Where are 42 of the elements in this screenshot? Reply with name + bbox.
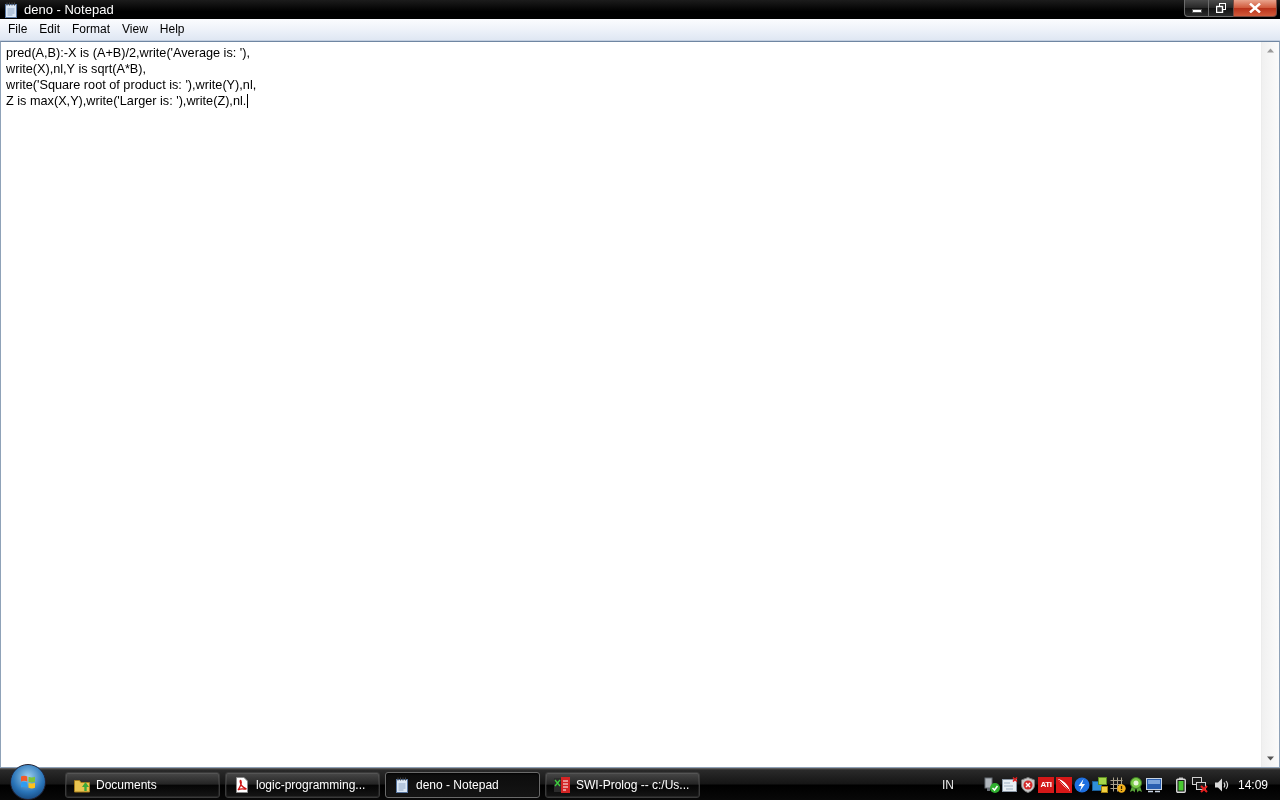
document-icon	[234, 776, 250, 793]
code-line: Z is max(X,Y),write('Larger is: '),write(Z),nl.	[6, 93, 247, 109]
network-error-icon[interactable]	[1191, 776, 1208, 793]
battery-icon[interactable]	[1175, 776, 1186, 793]
minimize-button[interactable]	[1184, 0, 1208, 17]
window-title: deno - Notepad	[24, 1, 114, 18]
tile-icon	[554, 776, 570, 793]
window-error-icon[interactable]	[1001, 776, 1018, 793]
monitor-icon[interactable]	[1145, 776, 1162, 793]
notepad-icon	[394, 776, 410, 793]
taskbar-button[interactable]: deno - Notepad	[385, 771, 540, 798]
text-editor[interactable]: pred(A,B):-X is (A+B)/2,write('Average is: '), write(X),nl,Y is sqrt(A*B), write('Square root of product is: '),write(Y),nl, Z is max(X,Y),write('Larger is: '),write(Z),nl.	[0, 41, 1280, 768]
taskbar-button[interactable]: SWI-Prolog -- c:/Us...	[545, 771, 700, 798]
squares-icon[interactable]	[1091, 776, 1108, 793]
tray-logo[interactable]: ATI	[1037, 776, 1054, 793]
vertical-scrollbar[interactable]	[1261, 42, 1279, 767]
menu-item[interactable]: Format	[66, 20, 117, 39]
close-icon	[1249, 3, 1261, 13]
language-indicator[interactable]: IN	[941, 777, 954, 792]
taskbar-button[interactable]: Documents	[65, 771, 220, 798]
menu-item[interactable]: Help	[153, 20, 191, 39]
taskbar-button[interactable]: logic-programming...	[225, 771, 380, 798]
feather-icon[interactable]	[1055, 776, 1072, 793]
code-line: write(X),nl,Y is sqrt(A*B),	[6, 61, 147, 77]
menu-item[interactable]: View	[116, 20, 154, 39]
close-button[interactable]	[1233, 0, 1277, 17]
maximize-button[interactable]	[1208, 0, 1233, 17]
warning-icon[interactable]	[1109, 776, 1126, 793]
notepad-icon	[3, 1, 19, 18]
computer-check-icon[interactable]	[983, 776, 1000, 793]
menu-item[interactable]: Edit	[33, 20, 67, 39]
menu-item[interactable]: File	[2, 20, 34, 39]
start-button[interactable]	[10, 763, 46, 800]
shield-icon[interactable]	[1019, 776, 1036, 793]
restore-icon	[1216, 3, 1226, 13]
code-line: write('Square root of product is: '),write(Y),nl,	[6, 77, 257, 93]
speaker-icon[interactable]	[1213, 776, 1230, 793]
lightning-icon[interactable]	[1073, 776, 1090, 793]
clock[interactable]: 14:09	[1237, 777, 1268, 792]
code-line: pred(A,B):-X is (A+B)/2,write('Average is: '),	[6, 45, 250, 61]
award-icon[interactable]	[1127, 776, 1144, 793]
flag-icon	[20, 774, 36, 789]
